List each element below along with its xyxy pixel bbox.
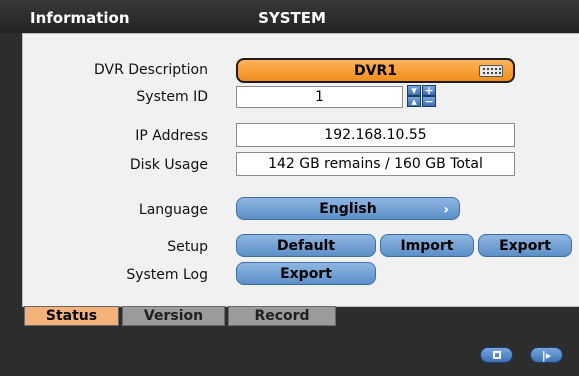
system-id-field[interactable]: 1 xyxy=(236,86,403,108)
setup-export-button[interactable]: Export xyxy=(478,234,572,257)
ip-address-field[interactable]: 192.168.10.55 xyxy=(236,123,515,147)
language-value: English xyxy=(319,200,377,217)
exit-icon: |▸ xyxy=(541,348,552,362)
ip-address-label: IP Address xyxy=(135,128,208,144)
exit-button[interactable]: |▸ xyxy=(530,347,563,363)
page-title: SYSTEM xyxy=(258,9,326,27)
disk-usage-field: 142 GB remains / 160 GB Total xyxy=(236,152,515,176)
keyboard-icon[interactable] xyxy=(479,65,503,77)
tab-record[interactable]: Record xyxy=(228,306,336,326)
dvr-description-label: DVR Description xyxy=(93,62,208,78)
disk-usage-value: 142 GB remains / 160 GB Total xyxy=(268,156,483,172)
disk-usage-label: Disk Usage xyxy=(129,157,208,173)
setup-default-label: Default xyxy=(276,237,336,254)
title-bar: Information SYSTEM xyxy=(0,0,579,33)
spin-up-icon[interactable]: ▴ xyxy=(407,96,421,107)
system-log-export-button[interactable]: Export xyxy=(236,262,376,285)
setup-export-label: Export xyxy=(499,237,551,254)
system-log-label: System Log xyxy=(126,267,208,283)
language-label: Language xyxy=(138,202,208,218)
system-id-label: System ID xyxy=(136,89,208,105)
dvr-description-value: DVR1 xyxy=(354,62,397,79)
system-panel: DVR Description DVR1 System ID 1 ▾ + ▴ −… xyxy=(22,33,579,307)
language-dropdown[interactable]: English › xyxy=(236,197,460,220)
setup-import-label: Import xyxy=(400,237,454,254)
dvr-description-field[interactable]: DVR1 xyxy=(236,58,515,83)
ip-address-value: 192.168.10.55 xyxy=(324,127,427,143)
chevron-right-icon: › xyxy=(443,202,449,218)
system-id-value: 1 xyxy=(315,89,324,105)
save-icon xyxy=(492,351,501,359)
setup-label: Setup xyxy=(167,239,208,255)
setup-default-button[interactable]: Default xyxy=(236,234,376,257)
tab-status[interactable]: Status xyxy=(24,306,119,326)
minus-icon[interactable]: − xyxy=(422,96,436,107)
save-button[interactable] xyxy=(480,347,513,363)
system-log-export-label: Export xyxy=(280,265,332,282)
setup-import-button[interactable]: Import xyxy=(380,234,474,257)
dvr-system-window: Information SYSTEM DVR Description DVR1 … xyxy=(0,0,579,376)
tab-strip: Status Version Record xyxy=(22,306,579,326)
tab-version[interactable]: Version xyxy=(122,306,225,326)
